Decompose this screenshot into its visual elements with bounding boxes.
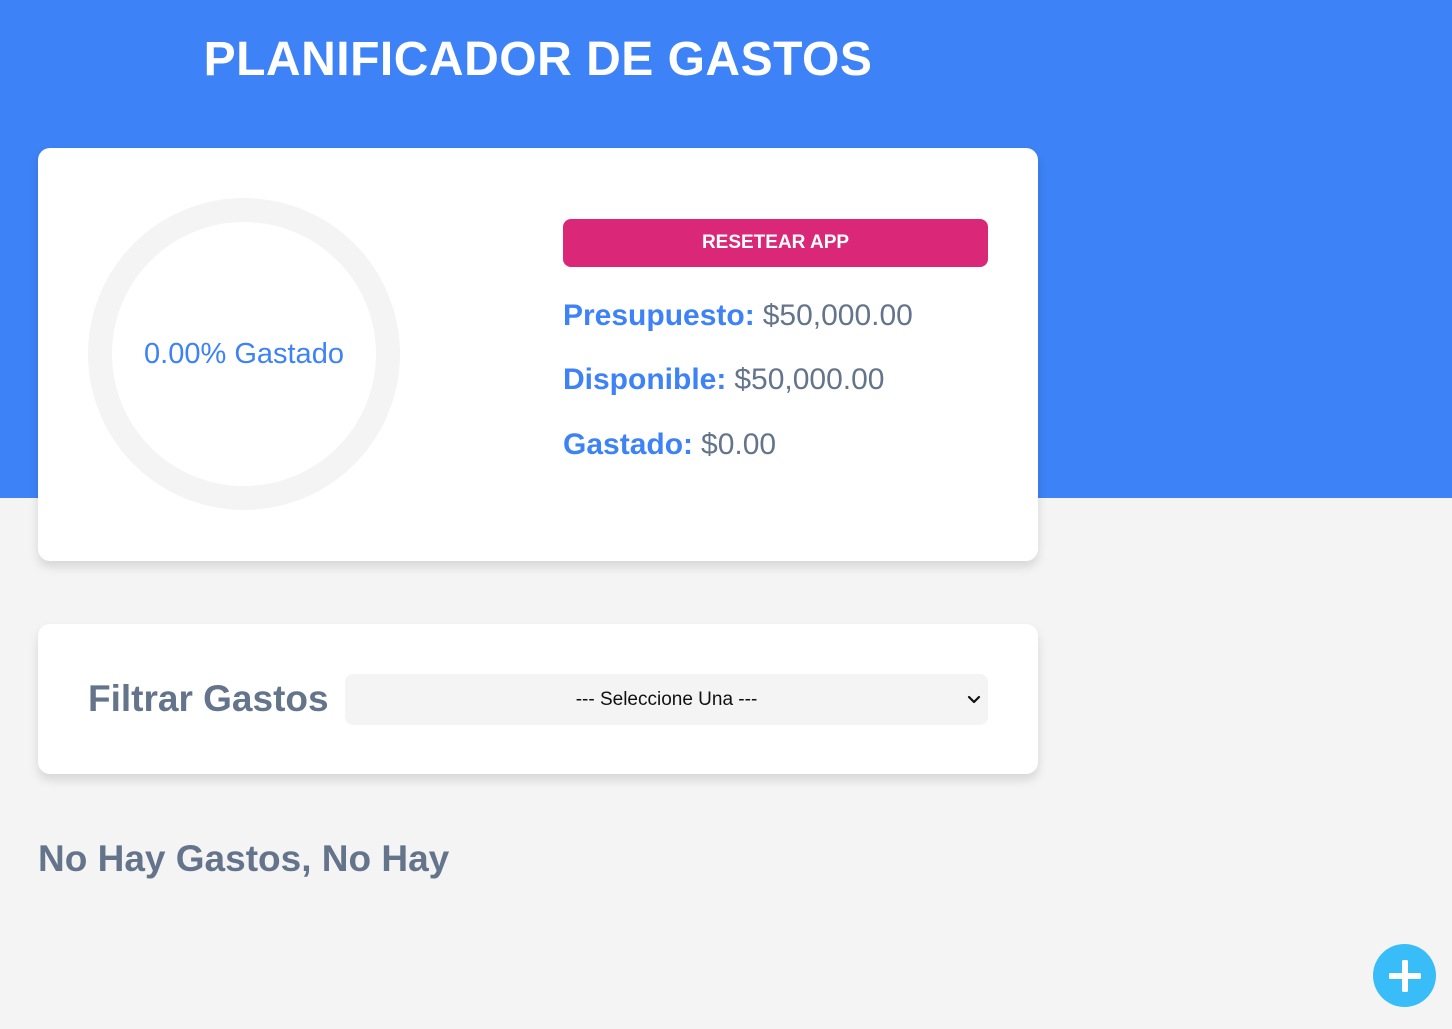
stat-budget: Presupuesto: $50,000.00	[563, 298, 913, 334]
chevron-down-icon	[967, 695, 981, 704]
progress-ring: 0.00% Gastado	[88, 198, 400, 510]
stat-available-label: Disponible:	[563, 363, 727, 396]
reset-app-button[interactable]: RESETEAR APP	[563, 219, 988, 267]
category-filter-select[interactable]: --- Seleccione Una ---	[345, 674, 988, 725]
filter-label: Filtrar Gastos	[88, 678, 329, 719]
stat-spent-label: Gastado:	[563, 428, 694, 461]
budget-card: 0.00% Gastado RESETEAR APP Presupuesto: $…	[38, 148, 1038, 561]
stat-spent: Gastado: $0.00	[563, 427, 776, 463]
page-title: PLANIFICADOR DE GASTOS	[203, 33, 873, 86]
filter-selected-value: --- Seleccione Una ---	[575, 688, 758, 710]
stat-available-value: $50,000.00	[734, 363, 885, 396]
stat-budget-value: $50,000.00	[762, 299, 913, 332]
progress-percentage: 0.00% Gastado	[144, 337, 344, 370]
plus-icon	[1389, 960, 1421, 992]
stat-budget-label: Presupuesto:	[563, 299, 755, 332]
stat-spent-value: $0.00	[701, 428, 777, 461]
stat-available: Disponible: $50,000.00	[563, 362, 885, 398]
filter-card: Filtrar Gastos --- Seleccione Una ---	[38, 624, 1038, 774]
empty-expenses-message: No Hay Gastos, No Hay	[38, 838, 450, 879]
add-expense-button[interactable]	[1373, 944, 1436, 1007]
